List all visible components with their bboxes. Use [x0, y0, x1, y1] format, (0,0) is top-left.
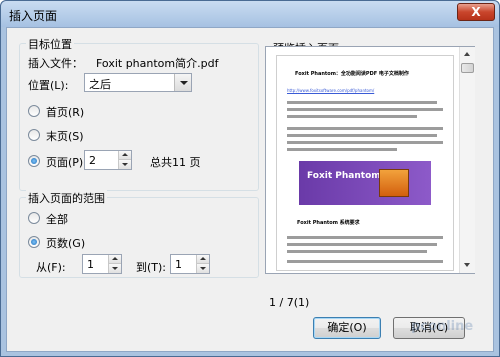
insert-file-label: 插入文件：	[28, 57, 83, 70]
spin-down-icon[interactable]	[109, 264, 121, 273]
from-page-value: 1	[87, 258, 94, 271]
page-count-label[interactable]: 页数(G)	[46, 235, 85, 251]
to-spin-buttons	[196, 255, 209, 273]
doc-text-line	[287, 101, 437, 104]
doc-text-line	[287, 134, 437, 137]
scroll-thumb[interactable]	[461, 63, 474, 73]
doc-text-line	[287, 115, 417, 118]
from-page-stepper[interactable]: 1	[82, 254, 122, 274]
last-page-label[interactable]: 末页(S)	[46, 128, 84, 144]
doc-text-line	[287, 260, 443, 263]
all-pages-label[interactable]: 全部	[46, 211, 68, 227]
doc-banner-text: Foxit Phantom	[307, 171, 381, 181]
page-range-group: 插入页面的范围 全部 页数(G) 从(F): 1 到(T): 1	[19, 190, 259, 278]
spin-up-icon[interactable]	[119, 151, 131, 160]
last-page-radio[interactable]	[28, 129, 40, 141]
target-position-group: 目标位置 插入文件： Foxit phantom简介.pdf 位置(L): 之后…	[19, 36, 259, 191]
scroll-down-icon[interactable]	[460, 258, 475, 273]
first-page-radio[interactable]	[28, 105, 40, 117]
spin-up-icon[interactable]	[109, 255, 121, 264]
page-number-value: 2	[89, 154, 96, 167]
to-label: 到(T):	[136, 261, 167, 274]
preview-scrollbar[interactable]	[459, 47, 475, 273]
preview-pane: Foxit Phantom：全功能阅读PDF 电子文档制作 http://www…	[265, 46, 475, 274]
doc-text-line	[287, 141, 443, 144]
product-box-icon	[379, 169, 409, 197]
page-radio-label[interactable]: 页面(P)	[46, 154, 83, 170]
close-button[interactable]: X	[457, 3, 495, 21]
doc-text-line	[287, 243, 437, 246]
chevron-down-icon[interactable]	[174, 74, 191, 91]
doc-banner-image: Foxit Phantom	[299, 161, 431, 205]
doc-section-heading: Foxit Phantom 系统要求	[297, 220, 360, 226]
page-number-spin-buttons	[118, 151, 131, 169]
page-range-title: 插入页面的范围	[26, 190, 107, 206]
insert-file-name: Foxit phantom简介.pdf	[96, 57, 219, 70]
doc-text-line	[287, 250, 427, 253]
page-radio[interactable]	[28, 155, 40, 167]
doc-link: http://www.foxitsoftware.com/pdf/phantom…	[287, 88, 375, 93]
watermark: pconline	[411, 319, 474, 334]
to-page-value: 1	[175, 258, 182, 271]
position-select[interactable]: 之后	[84, 73, 192, 92]
from-label: 从(F):	[36, 261, 66, 274]
doc-text-line	[287, 236, 443, 239]
from-spin-buttons	[108, 255, 121, 273]
title-bar[interactable]: 插入页面 X	[1, 1, 499, 27]
doc-text-line	[287, 108, 443, 111]
doc-heading: Foxit Phantom：全功能阅读PDF 电子文档制作	[295, 71, 409, 77]
position-select-value: 之后	[89, 78, 111, 91]
doc-text-line	[287, 148, 397, 151]
total-pages-text: 总共11 页	[150, 156, 201, 169]
position-label: 位置(L):	[28, 79, 69, 92]
spin-down-icon[interactable]	[197, 264, 209, 273]
scroll-up-icon[interactable]	[460, 47, 475, 62]
spin-down-icon[interactable]	[119, 160, 131, 169]
window-title: 插入页面	[9, 9, 58, 23]
spin-up-icon[interactable]	[197, 255, 209, 264]
dialog-body: 目标位置 插入文件： Foxit phantom简介.pdf 位置(L): 之后…	[6, 27, 494, 352]
page-indicator: 1 / 7(1)	[269, 296, 310, 309]
target-position-title: 目标位置	[26, 36, 74, 52]
page-thumbnail: Foxit Phantom：全功能阅读PDF 电子文档制作 http://www…	[276, 55, 454, 271]
all-pages-radio[interactable]	[28, 212, 40, 224]
insert-pages-dialog: 插入页面 X 目标位置 插入文件： Foxit phantom简介.pdf 位置…	[0, 0, 500, 357]
page-number-stepper[interactable]: 2	[84, 150, 132, 170]
doc-text-line	[287, 127, 443, 130]
to-page-stepper[interactable]: 1	[170, 254, 210, 274]
page-count-radio[interactable]	[28, 236, 40, 248]
ok-button[interactable]: 确定(O)	[313, 317, 381, 339]
first-page-label[interactable]: 首页(R)	[46, 104, 84, 120]
